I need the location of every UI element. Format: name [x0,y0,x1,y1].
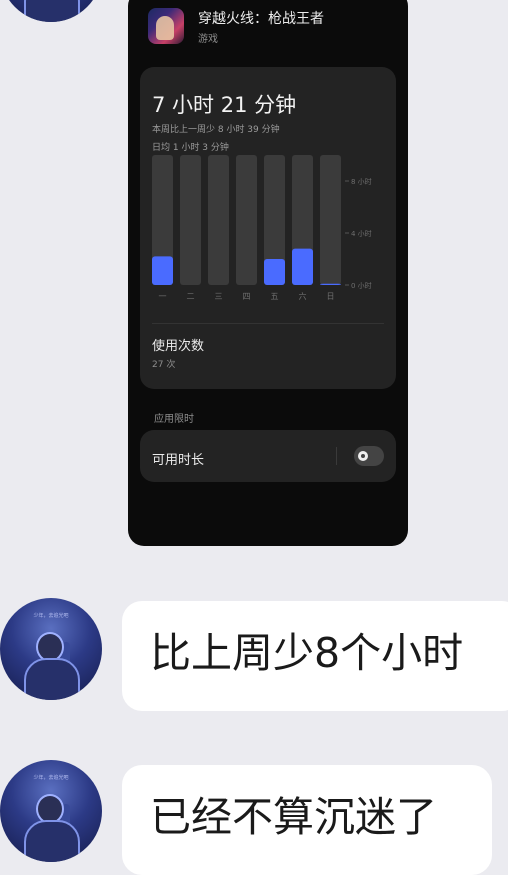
limits-section-label: 应用限时 [154,414,194,425]
y-tick-label: 0 小时 [351,281,372,290]
bar-value [152,256,173,285]
toggle-dot [361,454,365,458]
bar-value [264,259,285,285]
app-name: 穿越火线：枪战王者 [198,11,324,27]
avatar-caption: 少年，去追光吧 [33,613,69,619]
chat-bubble[interactable]: 已经不算沉迷了 [122,765,492,875]
game-app-icon [148,8,184,44]
available-duration-toggle[interactable] [354,446,384,466]
y-tick-label: 8 小时 [351,177,372,186]
bar-track [320,155,341,285]
use-count-value: 27 次 [152,360,176,370]
x-tick-label: 日 [327,292,335,301]
chat-bubble[interactable]: 比上周少8个小时 [122,601,508,711]
screenshot-card[interactable]: 穿越火线：枪战王者 游戏 7 小时 21 分钟 本周比上一周少 8 小时 39 … [128,0,408,546]
avatar[interactable]: 少年，去追光吧 [0,598,102,700]
avatar[interactable]: 少年，去追光吧 [0,0,102,22]
x-tick-label: 二 [187,292,195,301]
divider [152,323,384,324]
x-tick-label: 一 [159,292,167,301]
avatar-body [24,820,80,862]
bar-track [236,155,257,285]
bar-value [320,283,341,285]
bar-track [208,155,229,285]
avatar-caption: 少年，去追光吧 [33,775,69,781]
chat-message-text: 已经不算沉迷了 [150,793,437,841]
avatar-body [24,658,80,700]
x-tick-label: 五 [271,292,279,301]
x-tick-label: 三 [215,292,223,301]
app-category: 游戏 [198,34,218,45]
chat-message-text: 比上周少8个小时 [150,629,464,677]
usage-card: 7 小时 21 分钟 本周比上一周少 8 小时 39 分钟 日均 1 小时 3 … [140,67,396,389]
separator [336,447,337,465]
avatar-body [24,0,80,22]
app-icon-figure [156,16,174,40]
bar-value [292,248,313,285]
x-tick-label: 六 [299,291,307,301]
bar-track [180,155,201,285]
limits-card: 可用时长 [140,430,396,482]
avatar[interactable]: 少年，去追光吧 [0,760,102,862]
x-tick-label: 四 [243,292,251,301]
use-count-title: 使用次数 [152,339,205,354]
available-duration-label: 可用时长 [152,453,205,468]
y-tick-label: 4 小时 [351,229,372,238]
